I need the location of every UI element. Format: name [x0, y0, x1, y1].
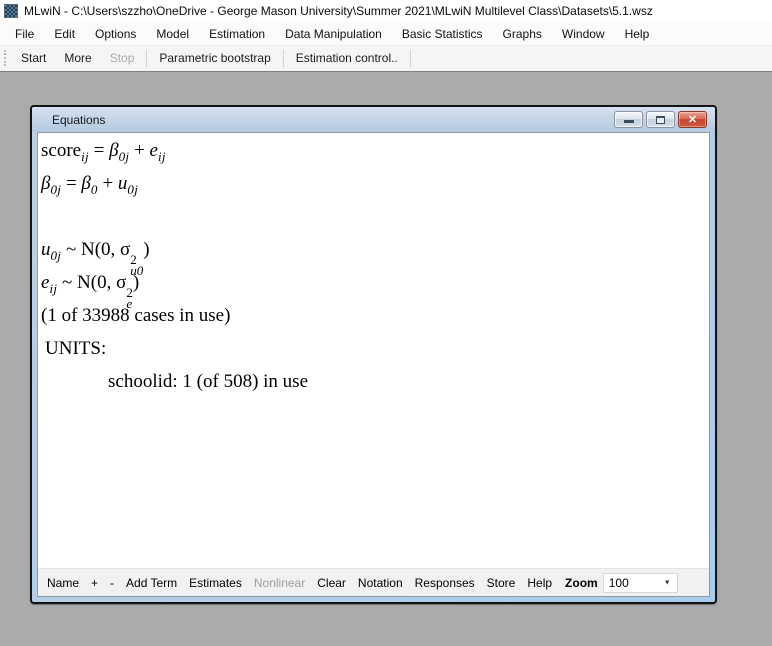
eq-toolbar-button-item[interactable]: -: [104, 576, 120, 590]
equations-titlebar[interactable]: Equations ✕: [32, 107, 715, 132]
eq-toolbar-button-responses[interactable]: Responses: [409, 576, 481, 590]
equations-window: Equations ✕ scoreij = β0j + eijβ0j = β0 …: [30, 105, 717, 604]
main-toolbar: StartMoreStop Parametric bootstrap Estimat…: [0, 46, 772, 70]
equations-toolbar: Name+-Add TermEstimatesNonlinearClearNot…: [38, 568, 709, 596]
window-controls: ✕: [614, 111, 707, 128]
blank-line: [41, 200, 709, 233]
equation-line[interactable]: u0j ~ N(0, σ2u0): [41, 233, 709, 266]
zoom-combobox[interactable]: 100 ▼: [603, 573, 678, 593]
menu-item-data-manipulation[interactable]: Data Manipulation: [275, 22, 392, 45]
toolbar-button-stop: Stop: [101, 51, 144, 65]
menu-item-basic-statistics[interactable]: Basic Statistics: [392, 22, 493, 45]
zoom-label: Zoom: [558, 576, 603, 590]
toolbar-grip-handle[interactable]: [4, 50, 7, 66]
eq-toolbar-button-notation[interactable]: Notation: [352, 576, 409, 590]
toolbar-button-parametric-bootstrap[interactable]: Parametric bootstrap: [150, 51, 279, 65]
menu-item-edit[interactable]: Edit: [44, 22, 85, 45]
menu-bar: FileEditOptionsModelEstimationData Manip…: [0, 22, 772, 46]
equations-content: scoreij = β0j + eijβ0j = β0 + u0j u0j ~ N…: [38, 133, 709, 568]
eq-toolbar-button-store[interactable]: Store: [481, 576, 522, 590]
restore-button[interactable]: [646, 111, 675, 128]
app-titlebar[interactable]: MLwiN - C:\Users\szzho\OneDrive - George…: [0, 0, 772, 22]
toolbar-button-start[interactable]: Start: [12, 51, 55, 65]
eq-toolbar-button-help[interactable]: Help: [521, 576, 558, 590]
equation-line[interactable]: scoreij = β0j + eij: [41, 134, 709, 167]
info-line: UNITS:: [41, 332, 709, 365]
info-line: (1 of 33988 cases in use): [41, 299, 709, 332]
equation-line[interactable]: β0j = β0 + u0j: [41, 167, 709, 200]
eq-toolbar-button-clear[interactable]: Clear: [311, 576, 352, 590]
eq-toolbar-button-add-term[interactable]: Add Term: [120, 576, 183, 590]
menu-item-estimation[interactable]: Estimation: [199, 22, 275, 45]
menu-item-graphs[interactable]: Graphs: [493, 22, 552, 45]
dropdown-arrow-icon: ▼: [664, 579, 671, 586]
info-line: schoolid: 1 (of 508) in use: [41, 365, 709, 398]
menu-item-help[interactable]: Help: [615, 22, 660, 45]
mlwin-app-icon: [4, 4, 18, 18]
toolbar-button-more[interactable]: More: [55, 51, 100, 65]
menu-item-options[interactable]: Options: [85, 22, 146, 45]
toolbar-button-estimation-control[interactable]: Estimation control..: [287, 51, 407, 65]
menu-item-window[interactable]: Window: [552, 22, 615, 45]
eq-toolbar-button-nonlinear: Nonlinear: [248, 576, 311, 590]
equations-client-area: scoreij = β0j + eijβ0j = β0 + u0j u0j ~ N…: [37, 132, 710, 597]
minimize-icon: [624, 120, 634, 123]
eq-toolbar-button-estimates[interactable]: Estimates: [183, 576, 248, 590]
close-button[interactable]: ✕: [678, 111, 707, 128]
menu-item-file[interactable]: File: [5, 22, 44, 45]
toolbar-separator: [283, 50, 284, 67]
equations-window-title: Equations: [52, 113, 614, 127]
app-title: MLwiN - C:\Users\szzho\OneDrive - George…: [24, 4, 653, 18]
restore-icon: [656, 116, 665, 124]
zoom-value: 100: [609, 576, 629, 590]
menu-item-model[interactable]: Model: [146, 22, 199, 45]
toolbar-separator: [146, 50, 147, 67]
close-icon: ✕: [688, 113, 697, 126]
toolbar-separator: [410, 50, 411, 67]
eq-toolbar-button-plus[interactable]: +: [85, 576, 104, 590]
app-window-chrome: MLwiN - C:\Users\szzho\OneDrive - George…: [0, 0, 772, 72]
eq-toolbar-button-name[interactable]: Name: [41, 576, 85, 590]
minimize-button[interactable]: [614, 111, 643, 128]
